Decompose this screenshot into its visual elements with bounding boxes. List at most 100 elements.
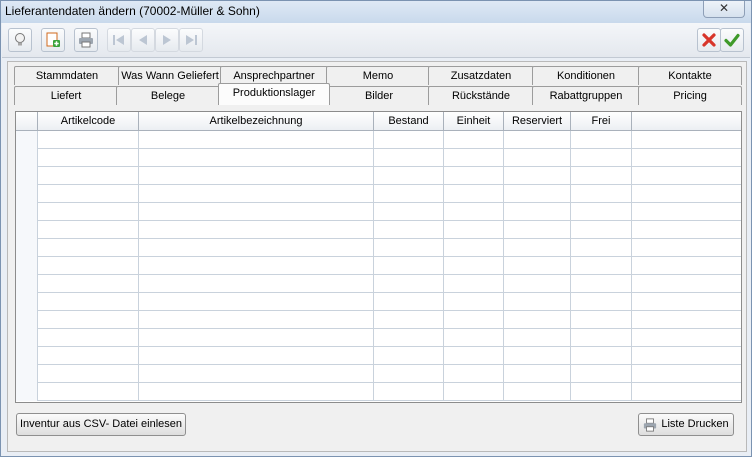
table-cell[interactable] <box>444 131 504 149</box>
table-cell[interactable] <box>504 131 571 149</box>
table-cell[interactable] <box>139 239 374 257</box>
table-row[interactable] <box>16 203 741 221</box>
tab-pricing[interactable]: Pricing <box>638 86 742 105</box>
table-cell[interactable] <box>374 221 444 239</box>
table-cell[interactable] <box>504 275 571 293</box>
table-cell[interactable] <box>504 365 571 383</box>
table-row[interactable] <box>16 275 741 293</box>
table-cell[interactable] <box>571 383 632 401</box>
next-record-button[interactable] <box>155 28 179 52</box>
table-cell[interactable] <box>444 329 504 347</box>
column-header-einheit[interactable]: Einheit <box>444 112 504 131</box>
confirm-button[interactable] <box>720 28 744 52</box>
table-cell[interactable] <box>444 365 504 383</box>
table-cell[interactable] <box>504 347 571 365</box>
table-cell[interactable] <box>139 311 374 329</box>
add-document-button[interactable] <box>41 28 65 52</box>
table-cell[interactable] <box>571 239 632 257</box>
table-cell[interactable] <box>632 149 741 167</box>
table-cell[interactable] <box>444 293 504 311</box>
table-cell[interactable] <box>571 293 632 311</box>
table-cell[interactable] <box>504 239 571 257</box>
table-cell[interactable] <box>139 221 374 239</box>
table-cell[interactable] <box>374 347 444 365</box>
table-row[interactable] <box>16 347 741 365</box>
tab-konditionen[interactable]: Konditionen <box>532 66 640 85</box>
table-row[interactable] <box>16 185 741 203</box>
table-row[interactable] <box>16 149 741 167</box>
import-csv-button[interactable]: Inventur aus CSV- Datei einlesen <box>16 413 186 436</box>
column-header-frei[interactable]: Frei <box>571 112 632 131</box>
table-cell[interactable] <box>374 365 444 383</box>
table-cell[interactable] <box>632 383 741 401</box>
table-cell[interactable] <box>38 329 139 347</box>
table-cell[interactable] <box>571 167 632 185</box>
table-cell[interactable] <box>38 149 139 167</box>
tab-memo[interactable]: Memo <box>326 66 430 85</box>
table-cell[interactable] <box>632 347 741 365</box>
table-cell[interactable] <box>444 383 504 401</box>
table-cell[interactable] <box>38 347 139 365</box>
title-bar[interactable]: Lieferantendaten ändern (70002-Müller & … <box>1 1 751 23</box>
table-cell[interactable] <box>139 347 374 365</box>
table-cell[interactable] <box>374 185 444 203</box>
table-row[interactable] <box>16 167 741 185</box>
table-cell[interactable] <box>374 149 444 167</box>
table-cell[interactable] <box>374 239 444 257</box>
table-cell[interactable] <box>139 185 374 203</box>
tab-rueckstaende[interactable]: Rückstände <box>428 86 534 105</box>
table-cell[interactable] <box>571 365 632 383</box>
table-cell[interactable] <box>38 221 139 239</box>
table-cell[interactable] <box>38 239 139 257</box>
table-cell[interactable] <box>632 131 741 149</box>
tab-stammdaten[interactable]: Stammdaten <box>14 66 120 85</box>
table-cell[interactable] <box>139 275 374 293</box>
table-cell[interactable] <box>444 221 504 239</box>
table-cell[interactable] <box>38 293 139 311</box>
table-cell[interactable] <box>571 203 632 221</box>
table-cell[interactable] <box>38 257 139 275</box>
table-cell[interactable] <box>504 167 571 185</box>
table-row[interactable] <box>16 365 741 383</box>
table-cell[interactable] <box>571 347 632 365</box>
table-cell[interactable] <box>139 167 374 185</box>
table-cell[interactable] <box>444 257 504 275</box>
table-cell[interactable] <box>444 149 504 167</box>
tab-rabattgruppen[interactable]: Rabattgruppen <box>532 86 640 105</box>
table-row[interactable] <box>16 257 741 275</box>
table-cell[interactable] <box>38 365 139 383</box>
table-cell[interactable] <box>374 275 444 293</box>
table-cell[interactable] <box>374 167 444 185</box>
table-cell[interactable] <box>632 257 741 275</box>
table-cell[interactable] <box>632 185 741 203</box>
table-cell[interactable] <box>632 239 741 257</box>
column-header-artikelcode[interactable]: Artikelcode <box>38 112 139 131</box>
table-cell[interactable] <box>632 311 741 329</box>
table-cell[interactable] <box>139 131 374 149</box>
table-cell[interactable] <box>571 275 632 293</box>
column-header-artikelbezeichnung[interactable]: Artikelbezeichnung <box>139 112 374 131</box>
column-header-bestand[interactable]: Bestand <box>374 112 444 131</box>
table-cell[interactable] <box>632 203 741 221</box>
table-cell[interactable] <box>139 257 374 275</box>
table-cell[interactable] <box>139 365 374 383</box>
table-cell[interactable] <box>504 311 571 329</box>
table-row[interactable] <box>16 311 741 329</box>
table-cell[interactable] <box>374 383 444 401</box>
tab-bilder[interactable]: Bilder <box>328 86 430 105</box>
table-cell[interactable] <box>38 203 139 221</box>
tab-liefert[interactable]: Liefert <box>14 86 118 105</box>
table-cell[interactable] <box>571 221 632 239</box>
table-cell[interactable] <box>504 293 571 311</box>
last-record-button[interactable] <box>179 28 203 52</box>
table-cell[interactable] <box>504 383 571 401</box>
table-cell[interactable] <box>38 275 139 293</box>
table-cell[interactable] <box>374 203 444 221</box>
table-cell[interactable] <box>504 329 571 347</box>
table-cell[interactable] <box>139 293 374 311</box>
tab-zusatzdaten[interactable]: Zusatzdaten <box>428 66 534 85</box>
table-cell[interactable] <box>38 185 139 203</box>
table-cell[interactable] <box>632 275 741 293</box>
table-cell[interactable] <box>444 239 504 257</box>
print-button[interactable] <box>74 28 98 52</box>
